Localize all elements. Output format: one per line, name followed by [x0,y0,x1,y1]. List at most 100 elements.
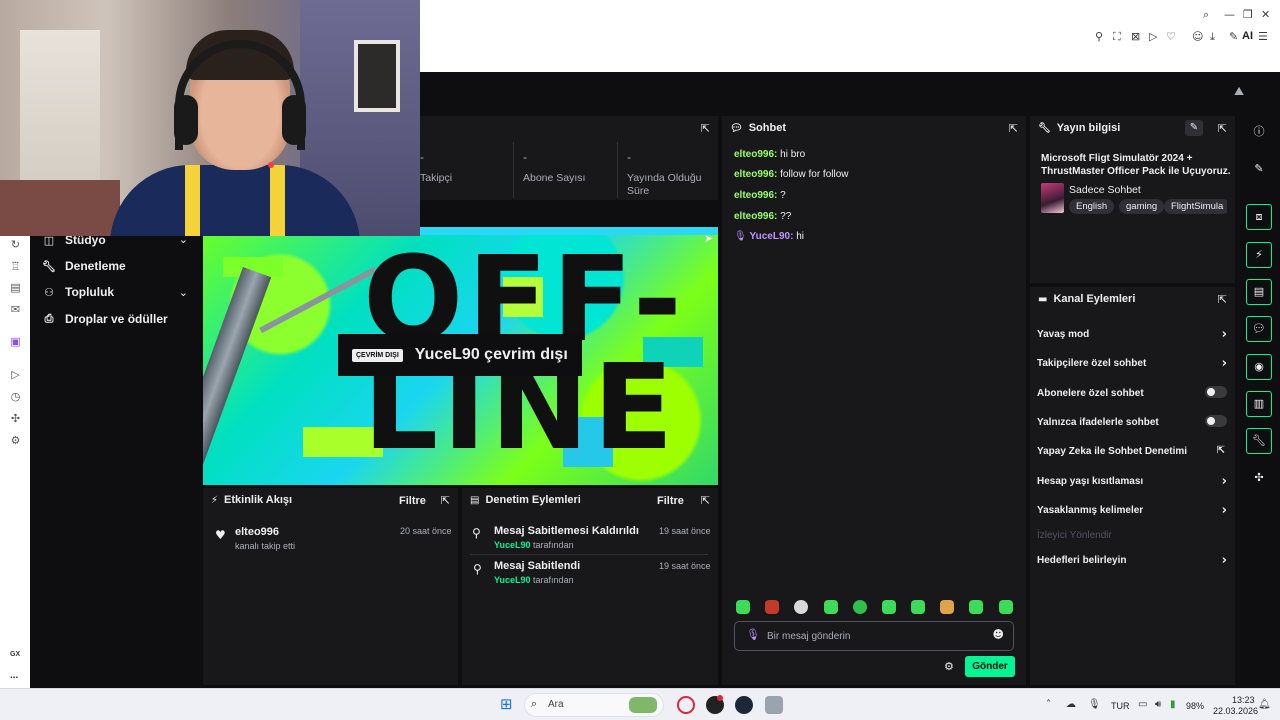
emote-icon[interactable] [794,600,808,614]
close-icon[interactable]: ✕ [1261,8,1270,22]
moderation-item[interactable]: Mesaj Sabitlemesi Kaldırıldı YuceL90 tar… [494,525,639,550]
send-button[interactable]: Gönder [965,656,1015,677]
chevron-up-icon[interactable]: ˄ [1046,699,1051,710]
tag[interactable]: gaming [1119,199,1165,214]
popout-icon[interactable]: ⇱ [1009,122,1018,135]
emote-icon[interactable] [853,600,867,614]
extensions-icon[interactable]: ✣ [9,412,22,425]
lightning-icon[interactable]: ⚡︎ [1246,242,1272,268]
popout-icon[interactable]: ⇱ [701,494,710,507]
ai-label[interactable]: AI [1242,30,1253,42]
moderation-icon[interactable]: ▥ [1246,391,1272,417]
download-icon[interactable]: ⤓ [1210,30,1215,44]
gx-corner-icon[interactable]: ♖ [9,260,22,273]
clip-icon[interactable]: ⧈ [1246,204,1272,230]
clock-date[interactable]: 22.03.2026 [1213,706,1258,716]
chat-message[interactable]: 🎙︎ YuceL90: hi [734,231,804,242]
action-slow-mode[interactable]: Yavaş mod › [1037,327,1227,342]
action-followers-only[interactable]: Takipçilere özel sohbet › [1037,356,1227,371]
emote-icon[interactable] [765,600,779,614]
chevron-down-icon[interactable]: ⌄ [179,286,188,299]
minimize-icon[interactable]: — [1224,8,1235,22]
battery-icon[interactable]: ▮ [1170,699,1176,710]
activity-item[interactable]: elteo996 kanalı takip etti [235,526,295,551]
emote-icon[interactable] [911,600,925,614]
pin-icon[interactable]: ⚲ [1095,30,1103,44]
account-icon[interactable]: ☺ [1192,30,1203,44]
wrench-icon[interactable]: 🔧︎ [1246,428,1272,454]
more-icon[interactable]: ... [10,670,18,681]
emoji-icon[interactable]: ☻ [993,628,1004,641]
broadcast-icon[interactable]: ◉ [1246,354,1272,380]
onedrive-icon[interactable]: ☁ [1066,699,1076,710]
chat-settings-icon[interactable]: ⚙ [944,660,954,673]
nav-item-community[interactable]: ⚇ Topluluk [42,282,114,302]
chat-user[interactable]: elteo996: [734,149,777,160]
action-goals[interactable]: Hedefleri belirleyin › [1037,553,1227,568]
popout-icon[interactable]: ⇱ [1218,122,1227,135]
play-icon[interactable]: ▷ [1149,30,1157,44]
twitch-icon[interactable]: ▣ [9,335,22,348]
category-thumbnail[interactable] [1041,183,1064,213]
chat-input[interactable] [767,628,987,644]
app-icon[interactable] [765,696,783,714]
chat-input-box[interactable]: 🎙︎ ☻ [734,621,1014,651]
stream-category[interactable]: Sadece Sohbet [1069,184,1141,196]
popout-icon[interactable]: ⇱ [1218,293,1227,306]
tag[interactable]: FlightSimula [1164,199,1227,214]
ai-icon[interactable]: ✎ [1229,30,1238,44]
popout-icon[interactable]: ⇱ [441,494,450,507]
history-icon[interactable]: ◷ [9,390,22,403]
tag[interactable]: English [1069,199,1115,214]
filter-button[interactable]: Filtre [657,495,684,507]
toggle-switch[interactable] [1205,415,1227,427]
emote-icon[interactable] [736,600,750,614]
chat-user[interactable]: YuceL90: [749,231,793,242]
clock-time[interactable]: 13:23 [1232,695,1255,705]
action-subscribers-only[interactable]: Abonelere özel sohbet [1037,386,1227,399]
monitor-icon[interactable]: ▭ [1138,699,1147,710]
search-icon[interactable]: ⌕ [1203,8,1209,22]
notifications-icon[interactable]: 🔔︎ [1258,699,1271,710]
language-indicator[interactable]: TUR [1111,701,1130,711]
chat-user[interactable]: elteo996: [734,169,777,180]
emote-icon[interactable] [824,600,838,614]
mail-icon[interactable]: ✉ [9,303,22,316]
gx-label[interactable]: GX [10,651,20,658]
chat-user[interactable]: elteo996: [734,211,777,222]
emote-icon[interactable] [882,600,896,614]
nav-item-moderation[interactable]: 🔧︎ Denetleme [42,256,126,276]
menu-icon[interactable]: ☰ [1258,30,1268,44]
toggle-switch[interactable] [1205,386,1227,398]
edit-icon[interactable]: ✎ [1246,156,1272,182]
opera-icon[interactable] [677,696,695,714]
info-icon[interactable]: ⓘ [1246,119,1272,145]
chat-user[interactable]: elteo996: [734,190,777,201]
mic-icon[interactable]: 🎙︎ [1088,699,1101,710]
notes-icon[interactable]: ▤ [1246,279,1272,305]
emote-icon[interactable] [999,600,1013,614]
filter-button[interactable]: Filtre [399,495,426,507]
action-banned-words[interactable]: Yasaklanmış kelimeler › [1037,503,1227,518]
speed-dial-icon[interactable]: ↻ [9,238,22,251]
popout-icon[interactable]: ⇱ [701,122,710,135]
action-emote-only[interactable]: Yalnızca ifadelerle sohbet [1037,415,1227,428]
gx-control-icon[interactable]: ▤ [9,281,22,294]
volume-icon[interactable]: 🔊︎ [1155,699,1161,710]
chat-message[interactable]: elteo996: ? [734,190,786,201]
windows-start-icon[interactable]: ⊞ [500,697,513,712]
settings-icon[interactable]: ⚙ [9,434,22,447]
chat-message[interactable]: elteo996: ?? [734,211,791,222]
steam-icon[interactable] [735,696,753,714]
player-icon[interactable]: ▷ [9,368,22,381]
action-account-age[interactable]: Hesap yaşı kısıtlaması › [1037,474,1227,489]
chat-message[interactable]: elteo996: follow for follow [734,169,849,180]
restore-icon[interactable]: ❐ [1243,8,1253,22]
taskbar-search[interactable]: ⌕ Ara [524,693,664,717]
action-ai-moderation[interactable]: Yapay Zeka ile Sohbet Denetimi ⇱ [1037,445,1227,457]
heart-icon[interactable]: ♡ [1166,30,1176,44]
chat-icon[interactable]: 💬︎ [1246,316,1272,342]
block-icon[interactable]: ⊠ [1131,30,1140,44]
moderation-item[interactable]: Mesaj Sabitlendi YuceL90 tarafından [494,560,580,585]
snapshot-icon[interactable]: ⛶ [1113,30,1121,44]
